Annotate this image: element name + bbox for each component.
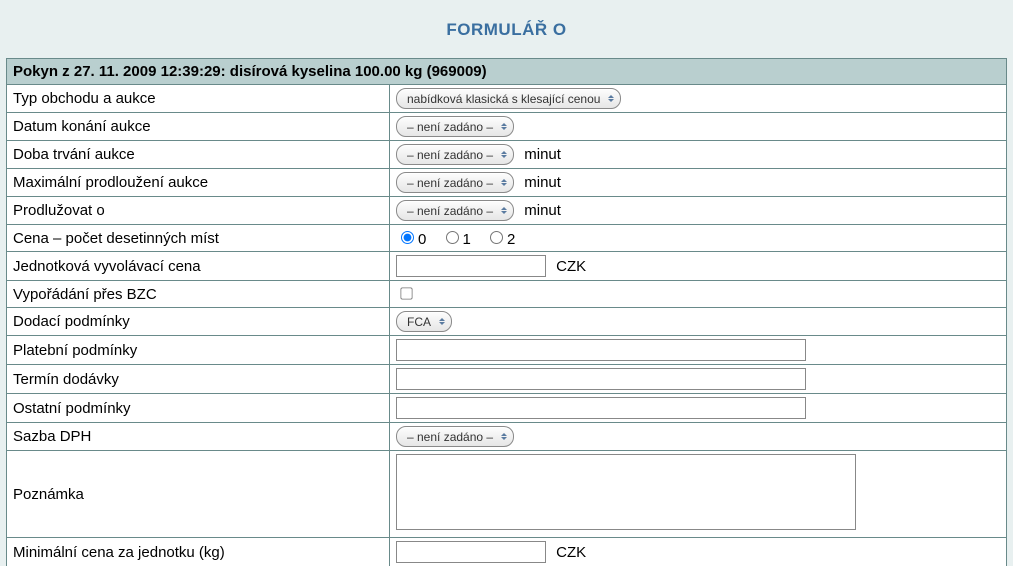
- label-vat: Sazba DPH: [7, 423, 390, 451]
- input-start-price[interactable]: [396, 255, 546, 277]
- unit-minutes: minut: [524, 202, 561, 219]
- form-table: Pokyn z 27. 11. 2009 12:39:29: disírová …: [6, 58, 1007, 566]
- select-delivery-terms-value: FCA: [407, 315, 431, 329]
- select-trade-type-value: nabídková klasická s klesající cenou: [407, 92, 600, 106]
- unit-minutes: minut: [524, 146, 561, 163]
- select-auction-date-value: – není zadáno –: [407, 120, 493, 134]
- label-extend-by: Prodlužovat o: [7, 197, 390, 225]
- input-other-terms[interactable]: [396, 397, 806, 419]
- label-auction-date: Datum konání aukce: [7, 113, 390, 141]
- radio-decimals-1[interactable]: [446, 231, 459, 244]
- radio-decimals-1-label[interactable]: 1: [441, 231, 471, 248]
- label-bzc: Vypořádání přes BZC: [7, 281, 390, 308]
- select-delivery-terms[interactable]: FCA: [396, 311, 452, 332]
- radio-group-decimals: 0 1 2: [396, 231, 525, 248]
- chevron-updown-icon: [501, 123, 507, 130]
- chevron-updown-icon: [501, 207, 507, 214]
- select-auction-date[interactable]: – není zadáno –: [396, 116, 514, 137]
- label-min-price: Minimální cena za jednotku (kg): [7, 538, 390, 566]
- select-extend-by-value: – není zadáno –: [407, 204, 493, 218]
- input-min-price[interactable]: [396, 541, 546, 563]
- select-extend-by[interactable]: – není zadáno –: [396, 200, 514, 221]
- input-payment-terms[interactable]: [396, 339, 806, 361]
- select-max-extension[interactable]: – není zadáno –: [396, 172, 514, 193]
- currency-czk: CZK: [556, 544, 586, 561]
- chevron-updown-icon: [501, 179, 507, 186]
- radio-decimals-0[interactable]: [401, 231, 414, 244]
- select-vat-value: – není zadáno –: [407, 430, 493, 444]
- label-start-price: Jednotková vyvolávací cena: [7, 252, 390, 281]
- label-note: Poznámka: [7, 451, 390, 538]
- select-trade-type[interactable]: nabídková klasická s klesající cenou: [396, 88, 621, 109]
- select-auction-duration[interactable]: – není zadáno –: [396, 144, 514, 165]
- label-payment-terms: Platební podmínky: [7, 336, 390, 365]
- label-auction-duration: Doba trvání aukce: [7, 141, 390, 169]
- chevron-updown-icon: [608, 95, 614, 102]
- input-delivery-date[interactable]: [396, 368, 806, 390]
- label-decimals: Cena – počet desetinných míst: [7, 225, 390, 252]
- radio-decimals-2-label[interactable]: 2: [485, 231, 515, 248]
- unit-minutes: minut: [524, 174, 561, 191]
- label-delivery-date: Termín dodávky: [7, 365, 390, 394]
- radio-decimals-0-label[interactable]: 0: [396, 231, 426, 248]
- select-auction-duration-value: – není zadáno –: [407, 148, 493, 162]
- select-max-extension-value: – není zadáno –: [407, 176, 493, 190]
- label-trade-type: Typ obchodu a aukce: [7, 85, 390, 113]
- select-vat[interactable]: – není zadáno –: [396, 426, 514, 447]
- form-header: Pokyn z 27. 11. 2009 12:39:29: disírová …: [7, 59, 1007, 85]
- currency-czk: CZK: [556, 258, 586, 275]
- page-title: FORMULÁŘ O: [6, 12, 1007, 58]
- textarea-note[interactable]: [396, 454, 856, 530]
- label-max-extension: Maximální prodloužení aukce: [7, 169, 390, 197]
- radio-decimals-2[interactable]: [490, 231, 503, 244]
- checkbox-bzc[interactable]: [400, 287, 412, 299]
- label-delivery-terms: Dodací podmínky: [7, 308, 390, 336]
- label-other-terms: Ostatní podmínky: [7, 394, 390, 423]
- chevron-updown-icon: [439, 318, 445, 325]
- chevron-updown-icon: [501, 151, 507, 158]
- chevron-updown-icon: [501, 433, 507, 440]
